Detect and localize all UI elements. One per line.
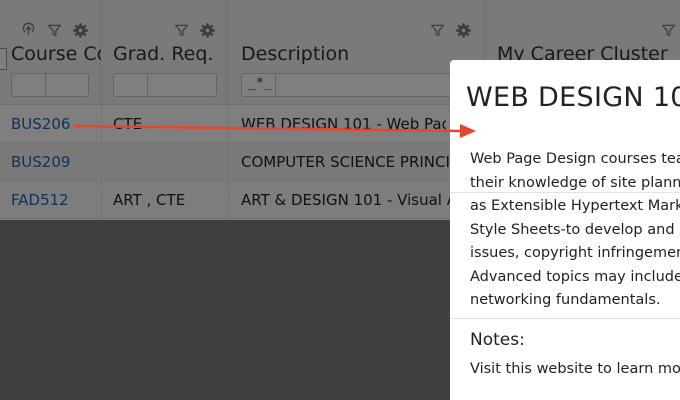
modal-notes-divider	[450, 318, 680, 319]
course-details-modal: WEB DESIGN 101 Web Page Design courses t…	[450, 60, 680, 400]
modal-title: WEB DESIGN 101	[466, 82, 680, 113]
notes-label: Notes:	[470, 330, 525, 350]
description-line: Advanced topics may include	[470, 268, 680, 285]
description-line: Web Page Design courses tea	[470, 151, 680, 167]
modal-description: Web Page Design courses tea their knowle…	[470, 148, 680, 313]
notes-text[interactable]: Visit this website to learn mor	[470, 361, 680, 377]
description-line: networking fundamentals.	[470, 292, 661, 308]
description-line: their knowledge of site planni	[470, 174, 680, 191]
description-line: issues, copyright infringemen	[470, 245, 680, 261]
description-line: Style Sheets-to develop and m	[470, 221, 680, 238]
description-line: as Extensible Hypertext Marku	[470, 198, 680, 214]
